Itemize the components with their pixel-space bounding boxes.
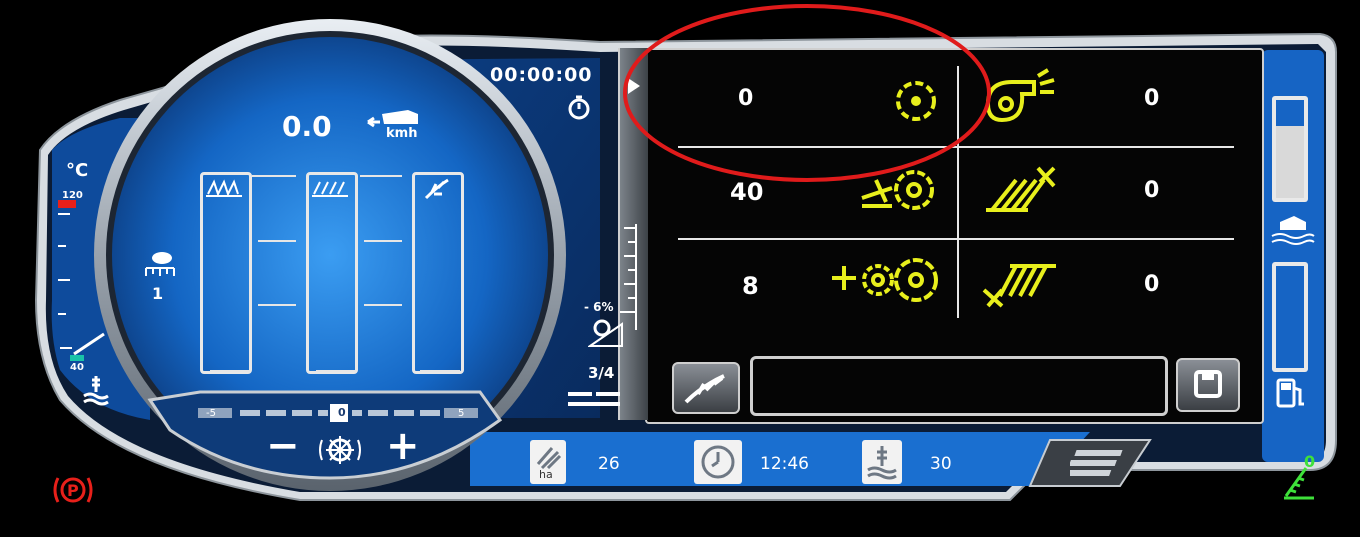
annotation-highlight-ellipse: [623, 4, 991, 182]
